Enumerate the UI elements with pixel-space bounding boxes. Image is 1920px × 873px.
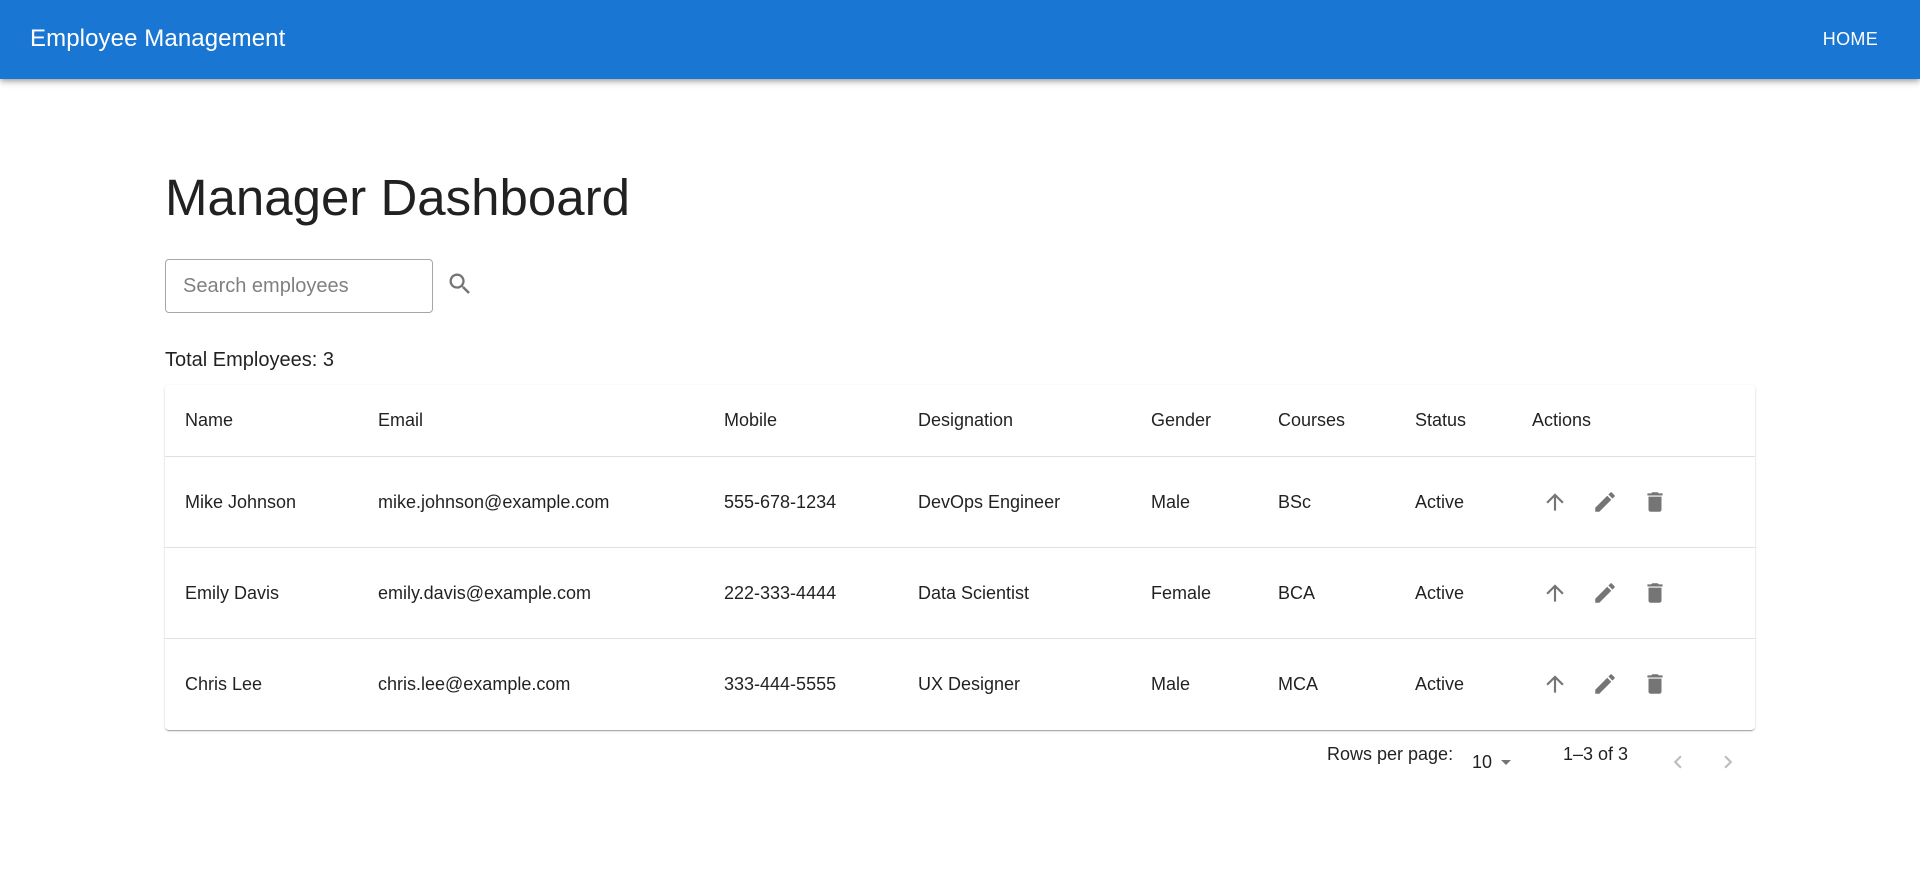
arrow-drop-down-icon	[1501, 760, 1512, 765]
search-input[interactable]	[166, 260, 432, 312]
header-gender[interactable]: Gender	[1151, 385, 1211, 456]
cell-designation: DevOps Engineer	[918, 491, 1061, 512]
header-designation[interactable]: Designation	[918, 385, 1013, 456]
delete-icon	[1647, 583, 1663, 603]
arrow-upward-icon	[1546, 675, 1564, 693]
cell-courses: BSc	[1278, 491, 1312, 512]
row-actions	[1535, 457, 1685, 547]
cell-gender: Male	[1151, 673, 1191, 694]
cell-email: chris.lee@example.com	[378, 673, 571, 694]
search-icon	[449, 273, 470, 294]
header-courses[interactable]: Courses	[1278, 385, 1345, 456]
header-actions: Actions	[1532, 410, 1592, 430]
table-row: Mike Johnson mike.johnson@example.com 55…	[165, 457, 1755, 548]
search-button[interactable]	[440, 264, 480, 304]
table-row: Emily Davis emily.davis@example.com 222-…	[165, 548, 1755, 639]
delete-icon	[1647, 674, 1663, 694]
arrow-upward-icon	[1546, 493, 1564, 511]
cell-status: Active	[1415, 582, 1465, 603]
pagination-range: 1–3 of 3	[1563, 744, 1629, 764]
header-email[interactable]: Email	[378, 385, 423, 456]
previous-page-button[interactable]	[1658, 742, 1698, 782]
cell-name: Mike Johnson	[185, 491, 297, 512]
cell-email: emily.davis@example.com	[378, 582, 592, 603]
cell-status: Active	[1415, 491, 1465, 512]
cell-mobile: 333-444-5555	[724, 673, 837, 694]
search-field[interactable]	[165, 259, 433, 313]
rows-per-page-value: 10	[1472, 752, 1493, 772]
promote-button[interactable]	[1535, 573, 1575, 613]
total-employees: Total Employees: 3	[165, 349, 334, 371]
home-link[interactable]: HOME	[1823, 27, 1878, 51]
edit-icon	[1595, 583, 1615, 603]
app-title: Employee Management	[30, 25, 286, 52]
table-row: Chris Lee chris.lee@example.com 333-444-…	[165, 639, 1755, 729]
header-mobile[interactable]: Mobile	[724, 385, 777, 456]
employee-table: Name Email Mobile Designation Gender Cou…	[165, 385, 1755, 730]
promote-button[interactable]	[1535, 664, 1575, 704]
delete-button[interactable]	[1635, 664, 1675, 704]
cell-courses: MCA	[1278, 673, 1318, 694]
row-actions	[1535, 639, 1685, 729]
delete-icon	[1647, 492, 1663, 512]
cell-gender: Female	[1151, 582, 1212, 603]
cell-name: Emily Davis	[185, 582, 280, 603]
cell-designation: Data Scientist	[918, 582, 1030, 603]
edit-icon	[1595, 492, 1615, 512]
next-page-button[interactable]	[1708, 742, 1748, 782]
cell-courses: BCA	[1278, 582, 1316, 603]
table-pagination: Rows per page: 10 1–3 of 3	[0, 740, 1920, 790]
cell-name: Chris Lee	[185, 673, 263, 694]
app-bar: Employee Management HOME	[0, 0, 1920, 79]
header-status[interactable]: Status	[1415, 385, 1466, 456]
rows-per-page-select[interactable]: 10	[1472, 750, 1518, 774]
chevron-right-icon	[1724, 755, 1733, 769]
header-name[interactable]: Name	[185, 385, 233, 456]
cell-gender: Male	[1151, 491, 1191, 512]
cell-mobile: 222-333-4444	[724, 582, 837, 603]
edit-button[interactable]	[1585, 482, 1625, 522]
page-title: Manager Dashboard	[165, 169, 630, 226]
delete-button[interactable]	[1635, 482, 1675, 522]
arrow-upward-icon	[1546, 584, 1564, 602]
promote-button[interactable]	[1535, 482, 1575, 522]
row-actions	[1535, 548, 1685, 638]
cell-email: mike.johnson@example.com	[378, 491, 610, 512]
delete-button[interactable]	[1635, 573, 1675, 613]
chevron-left-icon	[1673, 755, 1682, 769]
edit-button[interactable]	[1585, 573, 1625, 613]
edit-icon	[1595, 674, 1615, 694]
table-header-row: Name Email Mobile Designation Gender Cou…	[165, 385, 1755, 457]
rows-per-page-label: Rows per page:	[1327, 744, 1454, 764]
edit-button[interactable]	[1585, 664, 1625, 704]
cell-designation: UX Designer	[918, 673, 1021, 694]
cell-status: Active	[1415, 673, 1465, 694]
cell-mobile: 555-678-1234	[724, 491, 837, 512]
